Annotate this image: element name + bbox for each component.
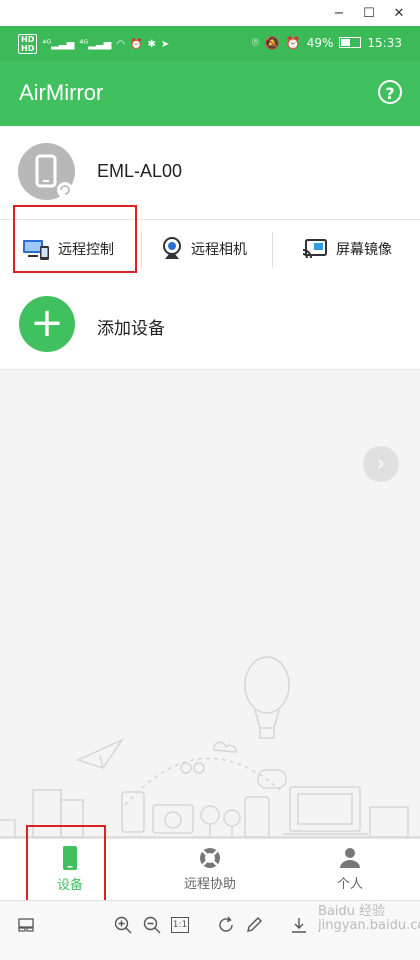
action-label: 远程相机	[191, 241, 247, 258]
app-title: AirMirror	[19, 80, 104, 105]
window-titlebar: − ☐ ✕	[0, 0, 420, 26]
help-button[interactable]: ?	[378, 80, 402, 104]
maximize-button[interactable]: ☐	[355, 0, 383, 26]
webcam-icon	[163, 236, 181, 259]
action-label: 屏幕镜像	[336, 241, 392, 258]
phone-icon	[35, 154, 73, 198]
hd-badge-icon: HD HD	[18, 34, 38, 54]
battery-icon	[339, 37, 362, 48]
mute-icon: 🔕	[264, 35, 280, 50]
plus-icon: +	[19, 296, 75, 352]
status-bar: HD HD ⁴ᴳ▂▃▅ ⁴ᴳ▂▃▅ ◠ ⏰ ✱ ➤ ⌾ 🔕 ⏰ 49% 15:33	[0, 26, 420, 62]
close-button[interactable]: ✕	[385, 0, 413, 26]
divider	[272, 232, 273, 268]
telegram-icon: ➤	[160, 38, 170, 50]
nav-personal[interactable]: 个人	[280, 838, 420, 900]
signal-icon: ⁴ᴳ▂▃▅	[42, 38, 75, 50]
signal-icon: ⁴ᴳ▂▃▅	[79, 38, 112, 50]
rotate-icon[interactable]	[216, 915, 236, 935]
alarm-icon: ⏰	[130, 38, 143, 50]
device-list-empty	[0, 370, 420, 838]
bluetooth-icon: ✱	[147, 38, 156, 50]
screen-mirror-button[interactable]: 屏幕镜像	[302, 220, 392, 277]
city-illustration	[0, 656, 420, 838]
next-arrow-button[interactable]: ›	[363, 446, 399, 482]
download-icon[interactable]	[289, 915, 309, 935]
zoom-out-icon[interactable]	[142, 915, 162, 935]
remote-camera-button[interactable]: 远程相机	[161, 220, 247, 277]
highlight-devices-tab	[26, 825, 106, 903]
alarm-icon: ⏰	[285, 35, 301, 50]
person-icon	[340, 847, 360, 868]
divider	[141, 232, 142, 268]
device-name: EML-AL00	[97, 161, 183, 181]
status-indicators: HD HD ⁴ᴳ▂▃▅ ⁴ᴳ▂▃▅ ◠ ⏰ ✱ ➤	[18, 34, 169, 54]
location-icon: ⌾	[251, 35, 259, 49]
add-device-label: 添加设备	[97, 319, 165, 339]
minimize-button[interactable]: −	[325, 0, 353, 26]
layout-icon[interactable]	[16, 915, 36, 935]
device-avatar	[18, 143, 75, 200]
watermark: Baidu 经验 jingyan.baidu.com	[318, 904, 420, 933]
wifi-icon: ◠	[116, 38, 126, 50]
battery-percent: 49%	[306, 35, 334, 50]
highlight-remote-control	[13, 205, 137, 273]
nav-label: 远程协助	[183, 876, 236, 892]
zoom-in-icon[interactable]	[113, 915, 133, 935]
status-right: ⌾ 🔕 ⏰ 49% 15:33	[252, 35, 402, 50]
clock: 15:33	[367, 35, 402, 50]
cast-screen-icon	[302, 238, 327, 258]
actual-size-button[interactable]: 1:1	[171, 917, 189, 933]
nav-remote-assist[interactable]: 远程协助	[140, 838, 280, 900]
nav-label: 个人	[336, 876, 363, 892]
edit-pencil-icon[interactable]	[244, 915, 264, 935]
lifebuoy-icon	[200, 847, 220, 868]
